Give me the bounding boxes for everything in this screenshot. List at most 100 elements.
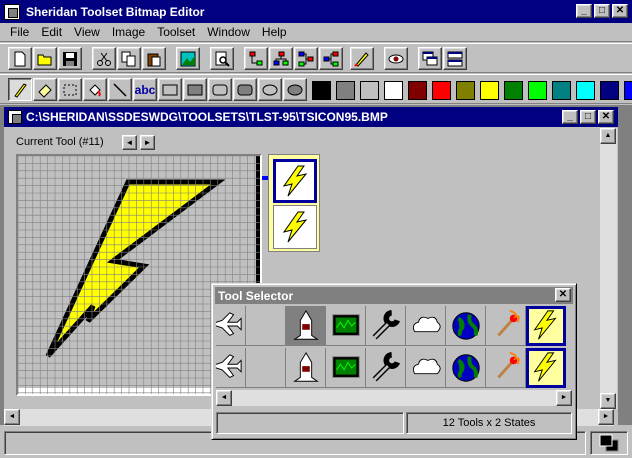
tree4-button[interactable] <box>319 47 343 70</box>
menu-window[interactable]: Window <box>201 25 256 39</box>
color-swatch[interactable] <box>528 81 547 100</box>
edit-button[interactable] <box>350 47 374 70</box>
filled-ellipse-icon <box>287 84 303 95</box>
tree3-button[interactable] <box>294 47 318 70</box>
select-rect-tool[interactable] <box>58 78 82 101</box>
doc-maximize-button[interactable]: □ <box>580 110 596 124</box>
airplane-icon <box>216 353 242 378</box>
view-button[interactable] <box>384 47 408 70</box>
tool-cell[interactable] <box>486 306 526 346</box>
open-button[interactable] <box>33 47 57 70</box>
tool-cell[interactable] <box>446 348 486 388</box>
tool-cell[interactable] <box>366 306 406 346</box>
ellipse-icon <box>262 84 278 95</box>
scroll-down-button[interactable]: ▼ <box>600 393 616 409</box>
next-tool-button[interactable]: ► <box>140 135 155 150</box>
vertical-scrollbar[interactable]: ▲ ▼ <box>600 128 617 409</box>
image-button[interactable] <box>176 47 200 70</box>
filled-rect-tool[interactable] <box>183 78 207 101</box>
paste-button[interactable] <box>142 47 166 70</box>
round-rect-tool[interactable] <box>208 78 232 101</box>
airplane-icon <box>216 311 242 336</box>
tool-cell[interactable] <box>216 306 246 346</box>
menu-edit[interactable]: Edit <box>35 25 68 39</box>
edit-icon <box>354 51 369 67</box>
menu-view[interactable]: View <box>68 25 106 39</box>
scroll-right-button[interactable]: ► <box>598 409 614 425</box>
tool-cell[interactable] <box>526 306 566 346</box>
open-icon <box>37 54 52 65</box>
filled-ellipse-tool[interactable] <box>283 78 307 101</box>
lightning-icon <box>282 211 308 243</box>
prev-tool-button[interactable]: ◄ <box>122 135 137 150</box>
color-swatch[interactable] <box>336 81 355 100</box>
tool-cell[interactable] <box>246 306 286 346</box>
color-swatch[interactable] <box>576 81 595 100</box>
filled-round-rect-icon <box>237 84 253 95</box>
color-swatch[interactable] <box>312 81 331 100</box>
menu-toolset[interactable]: Toolset <box>151 25 201 39</box>
tool-cell[interactable] <box>486 348 526 388</box>
doc-close-button[interactable]: ✕ <box>598 110 614 124</box>
doc-minimize-button[interactable]: _ <box>562 110 578 124</box>
menu-image[interactable]: Image <box>106 25 151 39</box>
rect-tool[interactable] <box>158 78 182 101</box>
line-tool[interactable] <box>108 78 132 101</box>
fill-tool[interactable] <box>83 78 107 101</box>
ellipse-tool[interactable] <box>258 78 282 101</box>
tool-selector-scrollbar[interactable]: ◄ ► <box>216 390 572 406</box>
color-swatch[interactable] <box>600 81 619 100</box>
tool-cell[interactable] <box>326 348 366 388</box>
close-button[interactable]: ✕ <box>612 4 628 18</box>
color-swatch[interactable] <box>384 81 403 100</box>
zoom-page-button[interactable] <box>210 47 234 70</box>
scroll-left-button[interactable]: ◄ <box>4 409 20 425</box>
color-swatch[interactable] <box>624 81 632 100</box>
tool-cell[interactable] <box>246 348 286 388</box>
tool-cell[interactable] <box>406 306 446 346</box>
window-button[interactable] <box>418 47 442 70</box>
tool-cell[interactable] <box>526 348 566 388</box>
color-swatch[interactable] <box>504 81 523 100</box>
tree2-button[interactable] <box>269 47 293 70</box>
match-icon <box>496 351 520 378</box>
app-icon[interactable] <box>4 3 20 20</box>
scroll-up-button[interactable]: ▲ <box>600 128 616 144</box>
save-button[interactable] <box>58 47 82 70</box>
tool-selector-close-button[interactable]: ✕ <box>555 288 571 302</box>
tool-cell[interactable] <box>446 306 486 346</box>
color-swatch[interactable] <box>408 81 427 100</box>
color-swatch[interactable] <box>360 81 379 100</box>
pencil-tool[interactable] <box>8 78 32 101</box>
color-swatch[interactable] <box>456 81 475 100</box>
new-button[interactable] <box>8 47 32 70</box>
tool-cell[interactable] <box>366 348 406 388</box>
preview-state-2[interactable] <box>273 205 317 249</box>
maximize-button[interactable]: □ <box>594 4 610 18</box>
tool-cell[interactable] <box>286 306 326 346</box>
cut-button[interactable] <box>92 47 116 70</box>
minimize-button[interactable]: _ <box>576 4 592 18</box>
filled-round-rect-tool[interactable] <box>233 78 257 101</box>
tool-scroll-left[interactable]: ◄ <box>216 390 232 406</box>
tool-cell[interactable] <box>406 348 446 388</box>
menu-file[interactable]: File <box>4 25 35 39</box>
tool-selector-title: Tool Selector <box>218 288 294 303</box>
menu-help[interactable]: Help <box>256 25 293 39</box>
preview-state-1[interactable] <box>273 159 317 203</box>
color-swatch[interactable] <box>480 81 499 100</box>
color-swatch[interactable] <box>432 81 451 100</box>
split-button[interactable] <box>443 47 467 70</box>
document-icon[interactable] <box>8 110 22 124</box>
app-title: Sheridan Toolset Bitmap Editor <box>26 4 205 19</box>
color-indicator[interactable] <box>590 431 628 455</box>
tool-scroll-right[interactable]: ► <box>556 390 572 406</box>
tool-cell[interactable] <box>326 306 366 346</box>
eraser-tool[interactable] <box>33 78 57 101</box>
tool-cell[interactable] <box>286 348 326 388</box>
tree-button[interactable] <box>244 47 268 70</box>
copy-button[interactable] <box>117 47 141 70</box>
text-tool[interactable]: abc <box>133 78 157 101</box>
color-swatch[interactable] <box>552 81 571 100</box>
tool-cell[interactable] <box>216 348 246 388</box>
